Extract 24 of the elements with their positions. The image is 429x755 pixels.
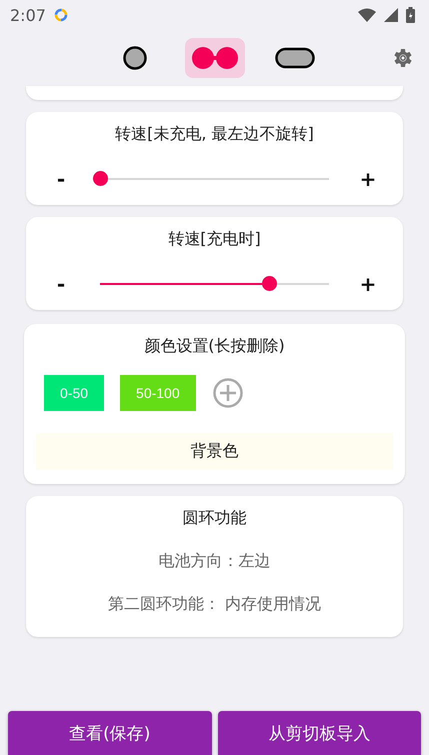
minus-button[interactable]: - [44, 272, 78, 296]
wifi-icon [358, 8, 376, 22]
status-time: 2:07 [10, 6, 46, 24]
setting-row[interactable]: 第二圆环功能： 内存使用情况 [44, 594, 385, 615]
plus-button[interactable]: + [351, 167, 385, 191]
plus-button[interactable]: + [351, 272, 385, 296]
signal-icon [384, 8, 398, 22]
add-icon[interactable] [212, 377, 244, 409]
card-title: 颜色设置(长按删除) [143, 336, 286, 357]
capsule-icon [274, 47, 314, 69]
circle-icon [122, 46, 146, 70]
minus-button[interactable]: - [44, 167, 78, 191]
card-title: 转速[充电时] [167, 229, 262, 250]
double-dot-icon [190, 45, 238, 71]
battery-icon [406, 7, 415, 23]
action-button[interactable]: 查看(保存) [8, 711, 212, 755]
slider-thumb[interactable] [262, 276, 278, 291]
card-title: 圆环功能 [182, 508, 248, 529]
ring-icon [54, 8, 68, 22]
action-button[interactable]: 从剪切板导入 [218, 711, 421, 755]
setting-row[interactable]: 电池方向：左边 [44, 551, 385, 572]
background-color-row[interactable]: 背景色 [36, 433, 393, 470]
card-title: 转速[未充电, 最左边不旋转] [114, 124, 315, 145]
slider-thumb[interactable] [93, 171, 108, 186]
